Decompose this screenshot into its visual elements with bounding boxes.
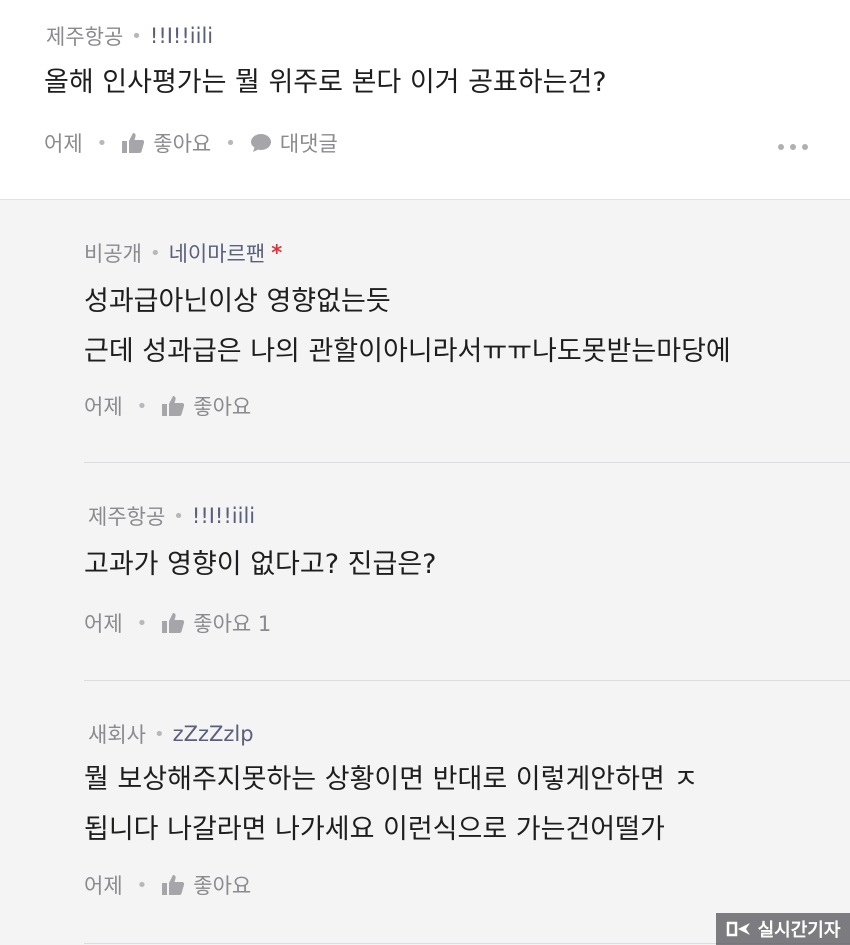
separator-dot: •: [136, 395, 148, 417]
company-name: 제주항공: [88, 505, 166, 529]
comment-actions: 어제 • 좋아요 • 대댓글: [44, 128, 338, 158]
like-label: 좋아요: [193, 395, 252, 419]
separator-dot: •: [96, 132, 108, 154]
watermark: 실시간기자: [716, 913, 850, 945]
reply-label: 대댓글: [279, 132, 338, 156]
main-comment: 제주항공 • !!I!!iili 올해 인사평가는 뭘 위주로 본다 이거 공표…: [0, 0, 850, 200]
author-nickname[interactable]: 네이마르팬: [169, 238, 266, 268]
reply-text-line: 고과가 영향이 없다고? 진급은?: [84, 549, 437, 580]
reply-text-line: 뭘 보상해주지못하는 상황이면 반대로 이렇게안하면 ㅈ: [84, 764, 699, 795]
speech-bubble-icon: [250, 134, 271, 152]
like-label: 좋아요: [193, 874, 252, 898]
thumbs-up-icon: [162, 613, 185, 633]
reply-time: 어제: [84, 874, 123, 898]
thumbs-up-icon: [162, 396, 185, 416]
company-name: 비공개: [84, 242, 142, 266]
separator-dot: •: [173, 505, 184, 527]
reply-meta: 새회사 • zZzZzlp: [88, 719, 254, 749]
watermark-logo-icon: [726, 921, 750, 937]
thumbs-up-icon: [122, 133, 145, 153]
like-button[interactable]: 좋아요: [161, 391, 251, 421]
reply-actions: 어제 • 좋아요: [84, 870, 251, 900]
like-label: 좋아요: [153, 132, 212, 156]
like-label: 좋아요 1: [193, 612, 272, 636]
separator-dot: •: [149, 242, 161, 264]
reply-text-line: 성과급아닌이상 영향없는듯: [84, 286, 391, 317]
comment-text: 올해 인사평가는 뭘 위주로 본다 이거 공표하는건?: [44, 67, 607, 98]
author-nickname[interactable]: zZzZzlp: [173, 722, 254, 746]
like-button[interactable]: 좋아요: [161, 870, 251, 900]
comment-time: 어제: [44, 132, 83, 156]
separator-dot: •: [136, 612, 148, 634]
company-name: 새회사: [88, 723, 146, 747]
separator-dot: •: [136, 874, 148, 896]
reply-actions: 어제 • 좋아요 1: [84, 608, 271, 638]
separator-dot: •: [225, 132, 236, 154]
reply-item: 제주항공 • !!I!!iili 고과가 영향이 없다고? 진급은? 어제 • …: [84, 463, 850, 681]
like-button[interactable]: 좋아요 1: [161, 608, 271, 638]
reply-text-line: 됩니다 나갈라면 나가세요 이런식으로 가는건어떨가: [84, 814, 665, 845]
reply-time: 어제: [84, 612, 123, 636]
reply-meta: 제주항공 • !!I!!iili: [88, 501, 255, 531]
author-nickname[interactable]: !!I!!iili: [150, 24, 213, 48]
watermark-text: 실시간기자: [757, 920, 841, 941]
company-name: 제주항공: [46, 25, 124, 49]
author-mark: *: [271, 241, 283, 265]
reply-meta: 비공개 • 네이마르팬 *: [84, 238, 282, 268]
separator-dot: •: [153, 723, 165, 745]
reply-text-line: 근데 성과급은 나의 관할이아니라서ㅠㅠ나도못받는마당에: [84, 336, 731, 367]
comment-meta: 제주항공 • !!I!!iili: [46, 21, 213, 51]
thumbs-up-icon: [162, 875, 185, 895]
more-dots-icon[interactable]: [778, 144, 808, 150]
reply-item: 비공개 • 네이마르팬 * 성과급아닌이상 영향없는듯 근데 성과급은 나의 관…: [84, 200, 850, 463]
reply-button[interactable]: 대댓글: [250, 128, 338, 158]
separator-dot: •: [131, 25, 142, 47]
reply-actions: 어제 • 좋아요: [84, 391, 251, 421]
reply-time: 어제: [84, 395, 123, 419]
like-button[interactable]: 좋아요: [121, 128, 211, 158]
reply-item: 새회사 • zZzZzlp 뭘 보상해주지못하는 상황이면 반대로 이렇게안하면…: [84, 681, 850, 944]
author-nickname[interactable]: !!I!!iili: [192, 504, 255, 528]
